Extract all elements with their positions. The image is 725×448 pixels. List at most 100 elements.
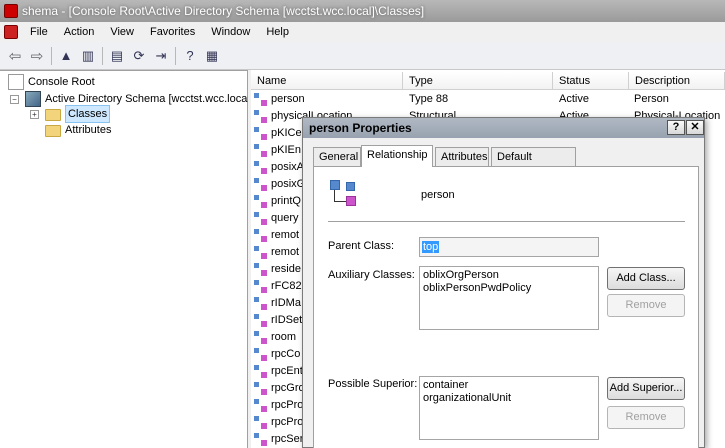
class-object-icon — [254, 314, 268, 327]
menu-favorites[interactable]: Favorites — [142, 22, 203, 42]
cell-name: room — [271, 331, 297, 343]
cell-name: reside — [271, 263, 301, 275]
collapse-icon[interactable]: − — [10, 94, 19, 104]
divider — [328, 221, 685, 223]
tab-general[interactable]: General — [313, 147, 361, 166]
class-object-icon — [254, 110, 268, 123]
class-object-icon — [254, 416, 268, 429]
title-bar: shema - [Console Root\Active Directory S… — [0, 0, 725, 22]
class-object-icon — [254, 399, 268, 412]
list-item[interactable]: container — [423, 379, 595, 392]
cell-name: query — [271, 212, 299, 224]
class-object-icon — [254, 331, 268, 344]
class-object-icon — [254, 195, 268, 208]
export-list-icon[interactable]: ⇥ — [150, 45, 172, 67]
class-object-icon — [254, 246, 268, 259]
menu-file[interactable]: File — [22, 22, 56, 42]
tree-item-console-root[interactable]: Console Root — [8, 74, 95, 90]
menu-bar: File Action View Favorites Window Help — [0, 22, 725, 42]
parent-class-value: top — [422, 241, 440, 253]
list-item[interactable]: oblixPersonPwdPolicy — [423, 282, 595, 295]
cell-name: remot — [271, 246, 300, 258]
add-class-button[interactable]: Add Class... — [607, 267, 685, 290]
tab-default-security[interactable]: Default Security — [491, 147, 576, 181]
class-object-icon — [254, 127, 268, 140]
show-hide-tree-icon[interactable]: ▥ — [77, 45, 99, 67]
column-header-name[interactable]: Name — [251, 72, 403, 90]
cell-name: rIDSet — [271, 314, 303, 326]
dialog-help-button[interactable]: ? — [667, 120, 685, 135]
class-object-icon — [254, 280, 268, 293]
class-name-label: person — [421, 189, 455, 201]
folder-icon — [45, 109, 61, 121]
tree-item-classes[interactable]: + Classes — [30, 105, 111, 123]
possible-superior-label: Possible Superior: — [328, 378, 418, 390]
menu-window[interactable]: Window — [203, 22, 258, 42]
class-object-icon — [254, 229, 268, 242]
cell-name: rpcPro — [271, 416, 304, 428]
tab-attributes[interactable]: Attributes — [435, 147, 489, 166]
properties-icon[interactable]: ▤ — [106, 45, 128, 67]
tree-item-attributes[interactable]: Attributes — [45, 122, 111, 138]
parent-class-label: Parent Class: — [328, 240, 395, 252]
cell-name: pKIEn — [271, 144, 301, 156]
column-header-type[interactable]: Type — [403, 72, 553, 90]
class-object-icon — [254, 144, 268, 157]
cell-name: printQ — [271, 195, 301, 207]
cell-name: posixG — [271, 178, 306, 190]
app-title-icon — [4, 4, 18, 18]
help-icon[interactable]: ? — [179, 45, 201, 67]
properties-dialog: person Properties ? ✕ General Relationsh… — [302, 117, 705, 448]
column-header-description[interactable]: Description — [629, 72, 725, 90]
dialog-title: person Properties — [309, 121, 412, 135]
expand-icon[interactable]: + — [30, 109, 39, 119]
refresh-icon[interactable]: ⟳ — [128, 45, 150, 67]
column-header-status[interactable]: Status — [553, 72, 629, 90]
class-object-icon — [254, 263, 268, 276]
console-root-icon — [8, 74, 24, 90]
show-action-pane-icon[interactable]: ▦ — [201, 45, 223, 67]
menu-help[interactable]: Help — [258, 22, 297, 42]
window-title: shema - [Console Root\Active Directory S… — [22, 4, 425, 18]
cell-type: Type 88 — [409, 93, 449, 105]
class-object-icon — [254, 178, 268, 191]
cell-name: rpcSer — [271, 433, 304, 445]
possible-superior-list[interactable]: container organizationalUnit — [419, 376, 599, 440]
toolbar: ⇦ ⇨ ▲ ▥ ▤ ⟳ ⇥ ? ▦ — [0, 42, 725, 70]
toolbar-separator — [51, 46, 52, 65]
dialog-title-bar: person Properties — [303, 118, 704, 138]
tree-label: Console Root — [28, 76, 95, 88]
cell-name: rpcPro — [271, 399, 304, 411]
cell-name: rpcCo — [271, 348, 301, 360]
up-folder-icon[interactable]: ▲ — [55, 45, 77, 67]
class-object-icon — [254, 348, 268, 361]
class-object-icon — [254, 212, 268, 225]
class-object-icon — [254, 365, 268, 378]
auxiliary-classes-label: Auxiliary Classes: — [328, 269, 415, 281]
add-superior-button[interactable]: Add Superior... — [607, 377, 685, 400]
tree-label: Attributes — [65, 124, 112, 136]
tree-item-schema[interactable]: − Active Directory Schema [wcctst.wcc.lo… — [10, 91, 247, 107]
folder-icon — [45, 125, 61, 137]
system-menu-icon[interactable] — [4, 25, 18, 39]
forward-icon[interactable]: ⇨ — [26, 45, 48, 67]
menu-action[interactable]: Action — [56, 22, 103, 42]
remove-aux-button[interactable]: Remove — [607, 294, 685, 317]
cell-name: rpcEnt — [271, 365, 303, 377]
parent-class-field[interactable]: top — [419, 237, 599, 257]
dialog-close-button[interactable]: ✕ — [686, 120, 704, 135]
tab-relationship[interactable]: Relationship — [361, 145, 433, 167]
auxiliary-classes-list[interactable]: oblixOrgPerson oblixPersonPwdPolicy — [419, 266, 599, 330]
cell-name: rpcGro — [271, 382, 305, 394]
cell-name: pKICe — [271, 127, 302, 139]
table-row[interactable]: person Type 88 Active Person — [251, 91, 725, 108]
back-icon[interactable]: ⇦ — [4, 45, 26, 67]
list-item[interactable]: oblixOrgPerson — [423, 269, 595, 282]
tree-label: Classes — [65, 105, 111, 123]
toolbar-separator — [175, 46, 176, 65]
menu-view[interactable]: View — [102, 22, 142, 42]
cell-name: remot — [271, 229, 300, 241]
remove-superior-button[interactable]: Remove — [607, 406, 685, 429]
list-item[interactable]: organizationalUnit — [423, 392, 595, 405]
cell-name: person — [271, 93, 305, 105]
